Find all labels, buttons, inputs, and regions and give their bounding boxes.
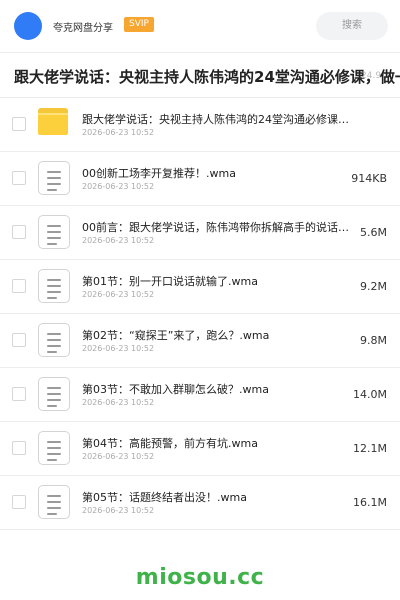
watermark: miosou.cc <box>135 565 265 590</box>
select-checkbox[interactable] <box>12 117 26 131</box>
svip-badge: SVIP <box>124 17 154 32</box>
audio-file-icon <box>38 161 70 195</box>
file-size: 16.1M <box>353 496 387 509</box>
file-name[interactable]: 第04节：高能预警，前方有坑.wma <box>82 435 352 451</box>
file-size: 9.8M <box>360 334 387 347</box>
file-row[interactable]: 第05节：话题终结者出没！.wma 2026-06-23 10:52 16.1M <box>0 476 400 530</box>
file-size: 14.0M <box>353 388 387 401</box>
select-checkbox[interactable] <box>12 387 26 401</box>
audio-file-icon <box>38 485 70 519</box>
file-name[interactable]: 第05节：话题终结者出没！.wma <box>82 489 352 505</box>
avatar[interactable] <box>14 12 42 40</box>
file-row[interactable]: 00创新工场李开复推荐！.wma 2026-06-23 10:52 914KB <box>0 152 400 206</box>
file-row[interactable]: 第04节：高能预警，前方有坑.wma 2026-06-23 10:52 12.1M <box>0 422 400 476</box>
file-row[interactable]: 00前言：跟大佬学说话，陈伟鸿带你拆解高手的说话“… 2026-06-23 10:… <box>0 206 400 260</box>
search-button[interactable]: 搜索 <box>316 12 388 40</box>
file-size: 12.1M <box>353 442 387 455</box>
file-row[interactable]: 第03节：不敢加入群聊怎么破？.wma 2026-06-23 10:52 14.0M <box>0 368 400 422</box>
file-date: 2026-06-23 10:52 <box>82 290 155 299</box>
file-size: 9.2M <box>360 280 387 293</box>
file-date: 2026-06-23 10:52 <box>82 398 155 407</box>
share-title-meta: 24.9 <box>361 71 382 81</box>
audio-file-icon <box>38 323 70 357</box>
audio-file-icon <box>38 431 70 465</box>
audio-file-icon <box>38 377 70 411</box>
file-date: 2026-06-23 10:52 <box>82 506 155 515</box>
file-name[interactable]: 第02节：“窥探王”来了，跑么？.wma <box>82 327 352 343</box>
audio-file-icon <box>38 269 70 303</box>
file-size: 914KB <box>351 172 387 185</box>
file-name[interactable]: 00前言：跟大佬学说话，陈伟鸿带你拆解高手的说话“… <box>82 219 352 235</box>
select-checkbox[interactable] <box>12 225 26 239</box>
file-date: 2026-06-23 10:52 <box>82 182 155 191</box>
file-date: 2026-06-23 10:52 <box>82 452 155 461</box>
select-checkbox[interactable] <box>12 279 26 293</box>
select-checkbox[interactable] <box>12 495 26 509</box>
app-header: 夸克网盘分享 SVIP 搜索 <box>0 0 400 52</box>
brand-name: 夸克网盘分享 <box>53 23 113 34</box>
file-name[interactable]: 第01节：别一开口说话就输了.wma <box>82 273 352 289</box>
share-title-bar: 跟大佬学说话：央视主持人陈伟鸿的24堂沟通必修课，做一 24.9 <box>0 52 400 98</box>
select-checkbox[interactable] <box>12 441 26 455</box>
file-date: 2026-06-23 10:52 <box>82 128 155 137</box>
select-checkbox[interactable] <box>12 171 26 185</box>
folder-icon <box>38 108 70 138</box>
file-date: 2026-06-23 10:52 <box>82 236 155 245</box>
file-size: 5.6M <box>360 226 387 239</box>
file-date: 2026-06-23 10:52 <box>82 344 155 353</box>
file-list: 跟大佬学说话：央视主持人陈伟鸿的24堂沟通必修课，… 2026-06-23 10:… <box>0 98 400 530</box>
audio-file-icon <box>38 215 70 249</box>
share-title: 跟大佬学说话：央视主持人陈伟鸿的24堂沟通必修课，做一 <box>14 68 400 86</box>
select-checkbox[interactable] <box>12 333 26 347</box>
file-name[interactable]: 跟大佬学说话：央视主持人陈伟鸿的24堂沟通必修课，… <box>82 111 352 127</box>
file-row[interactable]: 第01节：别一开口说话就输了.wma 2026-06-23 10:52 9.2M <box>0 260 400 314</box>
file-name[interactable]: 第03节：不敢加入群聊怎么破？.wma <box>82 381 352 397</box>
file-row[interactable]: 跟大佬学说话：央视主持人陈伟鸿的24堂沟通必修课，… 2026-06-23 10:… <box>0 98 400 152</box>
file-name[interactable]: 00创新工场李开复推荐！.wma <box>82 165 352 181</box>
file-row[interactable]: 第02节：“窥探王”来了，跑么？.wma 2026-06-23 10:52 9.8M <box>0 314 400 368</box>
